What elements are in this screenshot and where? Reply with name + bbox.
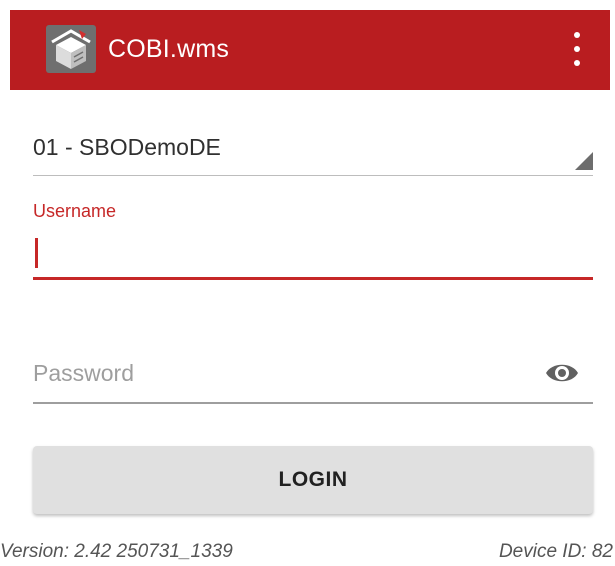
app-title: COBI.wms	[108, 35, 230, 63]
login-button[interactable]: LOGIN	[33, 446, 593, 514]
username-label: Username	[33, 201, 117, 221]
database-select[interactable]: 01 - SBODemoDE	[33, 120, 593, 176]
password-placeholder: Password	[33, 360, 134, 386]
database-select-value: 01 - SBODemoDE	[33, 134, 221, 160]
password-underline	[33, 402, 593, 404]
eye-icon[interactable]	[545, 358, 579, 388]
app-logo-icon	[46, 25, 96, 73]
version-text: Version: 2.42 250731_1339	[0, 541, 233, 562]
text-cursor	[35, 238, 38, 268]
username-input[interactable]	[33, 226, 593, 280]
password-input[interactable]: Password	[33, 346, 593, 404]
username-underline	[33, 277, 593, 280]
device-id-text: Device ID: 82	[498, 541, 613, 562]
database-select-underline	[33, 175, 593, 176]
dropdown-arrow-icon	[575, 152, 593, 170]
app-bar: COBI.wms	[10, 10, 610, 90]
more-vert-icon[interactable]	[562, 28, 592, 72]
